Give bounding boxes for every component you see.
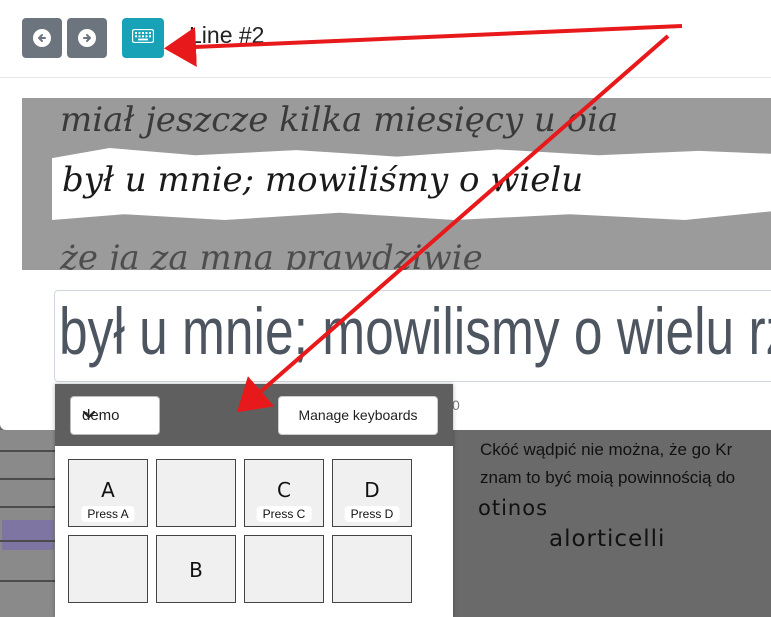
key-char: C <box>277 478 291 502</box>
key-d[interactable]: D Press D <box>332 459 412 527</box>
key-char: B <box>189 558 203 582</box>
keyboard-icon <box>131 28 155 48</box>
background-text-block: Ckóć wądpić nie można, że go Kr znam to … <box>480 436 735 492</box>
keyboard-toolbar: demo Manage keyboards <box>55 384 453 446</box>
key-label: Press A <box>81 506 135 522</box>
arrow-right-circle-icon <box>78 29 96 47</box>
arrow-left-circle-icon <box>33 29 51 47</box>
manage-keyboards-button[interactable]: Manage keyboards <box>278 396 438 435</box>
keyboard-select[interactable]: demo <box>70 396 160 435</box>
modal-header: Line #2 <box>0 0 771 78</box>
modal-title: Line #2 <box>189 22 265 48</box>
virtual-keyboard-panel: demo Manage keyboards A Press A C Press … <box>55 384 453 617</box>
key-empty[interactable] <box>68 535 148 603</box>
key-c[interactable]: C Press C <box>244 459 324 527</box>
background-text-line: Ckóć wądpić nie można, że go Kr <box>480 440 733 459</box>
key-label: Press C <box>256 506 312 522</box>
background-word: alorticelli <box>549 526 666 552</box>
background-word: otinos <box>478 496 549 520</box>
transcription-input[interactable]: był u mnie; mowilismy o wielu rz <box>54 290 771 382</box>
scan-line-above: miał jeszcze kilka miesięcy u oia <box>60 100 619 140</box>
line-image: miał jeszcze kilka miesięcy u oia był u … <box>22 98 771 270</box>
scan-line-current: był u mnie; mowiliśmy o wielu <box>62 160 584 200</box>
key-char: D <box>364 478 380 502</box>
line-editor-modal: Line #2 miał jeszcze kilka miesięcy u oi… <box>0 0 771 430</box>
background-text-line: znam to być moią powinnością do <box>480 468 736 487</box>
virtual-keyboard-button[interactable] <box>122 18 164 58</box>
previous-line-button[interactable] <box>22 18 62 58</box>
background-scan-thumbnail <box>0 430 56 617</box>
key-label: Press D <box>344 506 400 522</box>
transcription-text: był u mnie; mowilismy o wielu rz <box>59 294 771 368</box>
key-a[interactable]: A Press A <box>68 459 148 527</box>
counter-text: 0 <box>452 397 460 413</box>
scan-line-below: że ja za mną prawdziwie <box>60 238 483 270</box>
chevron-down-icon <box>82 405 147 427</box>
next-line-button[interactable] <box>67 18 107 58</box>
key-b[interactable]: B <box>156 535 236 603</box>
key-empty[interactable] <box>244 535 324 603</box>
key-char: A <box>101 478 115 502</box>
key-empty[interactable] <box>332 535 412 603</box>
key-empty[interactable] <box>156 459 236 527</box>
